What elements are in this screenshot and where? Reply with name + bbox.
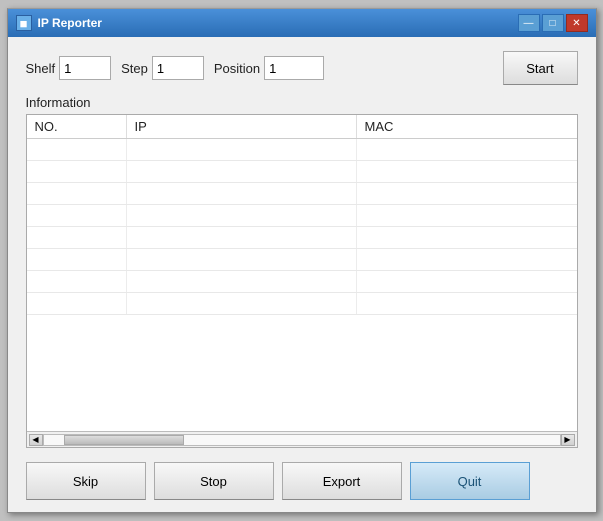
data-table: NO. IP MAC bbox=[26, 114, 578, 448]
cell-ip bbox=[127, 139, 357, 160]
minimize-button[interactable]: — bbox=[518, 14, 540, 32]
column-header-ip: IP bbox=[127, 115, 357, 138]
cell-ip bbox=[127, 271, 357, 292]
cell-no bbox=[27, 205, 127, 226]
cell-mac bbox=[357, 271, 577, 292]
column-header-no: NO. bbox=[27, 115, 127, 138]
table-row bbox=[27, 227, 577, 249]
cell-ip bbox=[127, 183, 357, 204]
cell-mac bbox=[357, 139, 577, 160]
window-icon: ■ bbox=[16, 15, 32, 31]
title-bar-buttons: — □ ✕ bbox=[518, 14, 588, 32]
position-label: Position bbox=[214, 61, 260, 76]
horizontal-scrollbar[interactable]: ◀ ▶ bbox=[27, 431, 577, 447]
restore-button[interactable]: □ bbox=[542, 14, 564, 32]
scroll-right-arrow[interactable]: ▶ bbox=[561, 434, 575, 446]
cell-no bbox=[27, 139, 127, 160]
content-area: Shelf Step Position Start Information NO… bbox=[8, 37, 596, 512]
shelf-label: Shelf bbox=[26, 61, 56, 76]
cell-mac bbox=[357, 161, 577, 182]
bottom-button-row: Skip Stop Export Quit bbox=[26, 458, 578, 500]
main-window: ■ IP Reporter — □ ✕ Shelf Step Position … bbox=[7, 8, 597, 513]
cell-mac bbox=[357, 227, 577, 248]
scrollbar-track[interactable] bbox=[43, 434, 561, 446]
table-row bbox=[27, 271, 577, 293]
table-row bbox=[27, 249, 577, 271]
shelf-input[interactable] bbox=[59, 56, 111, 80]
top-row: Shelf Step Position Start bbox=[26, 51, 578, 85]
table-row bbox=[27, 205, 577, 227]
cell-ip bbox=[127, 227, 357, 248]
cell-mac bbox=[357, 249, 577, 270]
cell-mac bbox=[357, 205, 577, 226]
start-button[interactable]: Start bbox=[503, 51, 578, 85]
cell-ip bbox=[127, 161, 357, 182]
step-group: Step bbox=[121, 56, 204, 80]
cell-no bbox=[27, 227, 127, 248]
cell-mac bbox=[357, 183, 577, 204]
position-group: Position bbox=[214, 56, 324, 80]
table-body bbox=[27, 139, 577, 431]
table-row bbox=[27, 161, 577, 183]
table-header: NO. IP MAC bbox=[27, 115, 577, 139]
shelf-group: Shelf bbox=[26, 56, 112, 80]
skip-button[interactable]: Skip bbox=[26, 462, 146, 500]
step-input[interactable] bbox=[152, 56, 204, 80]
table-row bbox=[27, 139, 577, 161]
cell-ip bbox=[127, 205, 357, 226]
information-section: Information NO. IP MAC bbox=[26, 95, 578, 448]
cell-mac bbox=[357, 293, 577, 314]
table-row bbox=[27, 183, 577, 205]
position-input[interactable] bbox=[264, 56, 324, 80]
close-button[interactable]: ✕ bbox=[566, 14, 588, 32]
cell-no bbox=[27, 271, 127, 292]
cell-no bbox=[27, 161, 127, 182]
scrollbar-thumb[interactable] bbox=[64, 435, 184, 445]
column-header-mac: MAC bbox=[357, 115, 577, 138]
cell-ip bbox=[127, 249, 357, 270]
cell-no bbox=[27, 249, 127, 270]
cell-no bbox=[27, 293, 127, 314]
scroll-left-arrow[interactable]: ◀ bbox=[29, 434, 43, 446]
step-label: Step bbox=[121, 61, 148, 76]
title-bar: ■ IP Reporter — □ ✕ bbox=[8, 9, 596, 37]
cell-no bbox=[27, 183, 127, 204]
window-title: IP Reporter bbox=[38, 16, 518, 30]
export-button[interactable]: Export bbox=[282, 462, 402, 500]
quit-button[interactable]: Quit bbox=[410, 462, 530, 500]
table-row bbox=[27, 293, 577, 315]
cell-ip bbox=[127, 293, 357, 314]
information-label: Information bbox=[26, 95, 578, 110]
stop-button[interactable]: Stop bbox=[154, 462, 274, 500]
